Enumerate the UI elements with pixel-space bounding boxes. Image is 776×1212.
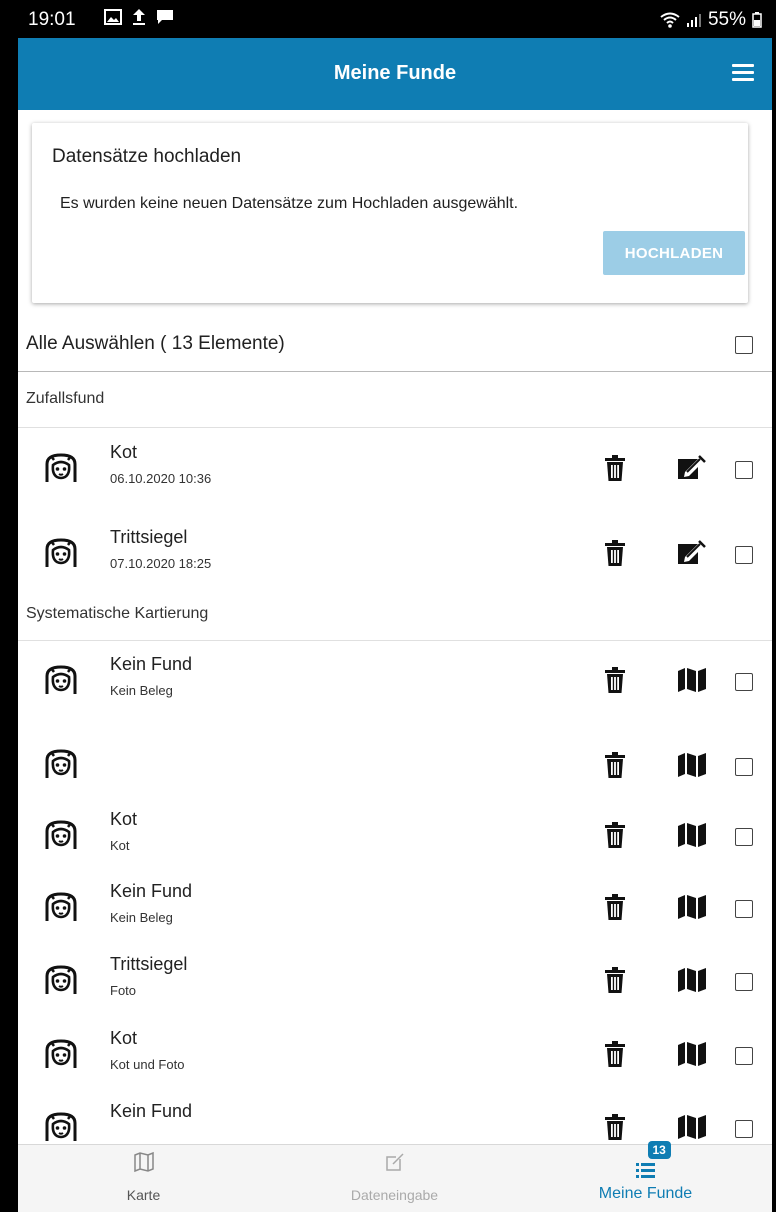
item-subtitle: Kot — [110, 838, 130, 853]
delete-icon[interactable] — [605, 1114, 625, 1140]
list-item[interactable]: Kein Fund Kein Beleg — [18, 872, 772, 944]
item-subtitle: 07.10.2020 18:25 — [110, 556, 212, 571]
count-badge: 13 — [647, 1141, 671, 1159]
map-outline-icon — [133, 1151, 154, 1173]
list-item[interactable]: Kot 06.10.2020 10:36 — [18, 433, 772, 505]
gallery-icon — [104, 9, 122, 25]
item-checkbox[interactable] — [735, 828, 753, 846]
list-item[interactable]: Trittsiegel 07.10.2020 18:25 — [18, 518, 772, 590]
item-checkbox[interactable] — [735, 1120, 753, 1138]
edit-icon[interactable] — [677, 455, 707, 481]
item-subtitle: 06.10.2020 10:36 — [110, 471, 212, 486]
status-time: 19:01 — [28, 9, 76, 30]
map-icon[interactable] — [677, 1041, 707, 1067]
item-title: Kot — [110, 442, 138, 462]
upload-icon — [133, 9, 145, 25]
list-item[interactable]: Trittsiegel Foto — [18, 945, 772, 1017]
item-checkbox[interactable] — [735, 973, 753, 991]
animal-icon — [43, 452, 79, 484]
item-checkbox[interactable] — [735, 900, 753, 918]
item-subtitle: Foto — [110, 983, 137, 998]
item-checkbox[interactable] — [735, 673, 753, 691]
map-icon[interactable] — [677, 1114, 707, 1140]
list-icon — [635, 1163, 655, 1178]
status-bar: 19:01 55% — [18, 0, 772, 38]
delete-icon[interactable] — [605, 540, 625, 566]
item-subtitle: Kein Beleg — [110, 683, 173, 698]
select-all-row[interactable]: Alle Auswählen ( 13 Elemente) — [18, 318, 772, 372]
edit-outline-icon — [385, 1153, 404, 1171]
divider — [18, 427, 772, 428]
nav-dateneingabe[interactable]: Dateneingabe — [269, 1145, 520, 1212]
app-bar: Meine Funde — [18, 38, 772, 110]
item-title: Kot — [110, 1028, 138, 1048]
map-icon[interactable] — [677, 894, 707, 920]
item-title: Trittsiegel — [110, 527, 188, 547]
upload-card-message: Es wurden keine neuen Datensätze zum Hoc… — [60, 195, 519, 212]
delete-icon[interactable] — [605, 894, 625, 920]
bottom-navigation: Karte Dateneingabe 13 Meine Funde — [18, 1141, 772, 1212]
item-subtitle: Kein Beleg — [110, 910, 173, 925]
select-all-label: Alle Auswählen ( 13 Elemente) — [26, 333, 285, 354]
list-item[interactable] — [18, 730, 772, 802]
edit-icon[interactable] — [677, 540, 707, 566]
wifi-icon — [660, 12, 680, 28]
section-title: Zufallsfund — [26, 390, 105, 407]
delete-icon[interactable] — [605, 1041, 625, 1067]
nav-karte[interactable]: Karte — [18, 1145, 269, 1212]
signal-icon — [686, 14, 701, 27]
item-title: Trittsiegel — [110, 954, 188, 974]
nav-label: Meine Funde — [598, 1185, 693, 1202]
animal-icon — [43, 1038, 79, 1070]
item-checkbox[interactable] — [735, 461, 753, 479]
delete-icon[interactable] — [605, 455, 625, 481]
app-screen: 19:01 55% Meine Funde Datensätze hochlad… — [18, 0, 772, 1212]
animal-icon — [43, 748, 79, 780]
section-header-zufallsfund: Zufallsfund — [18, 390, 772, 426]
map-icon[interactable] — [677, 822, 707, 848]
item-title: Kein Fund — [110, 881, 193, 901]
nav-label: Karte — [126, 1187, 161, 1203]
item-subtitle: Kot und Foto — [110, 1057, 185, 1072]
delete-icon[interactable] — [605, 667, 625, 693]
nav-meine-funde[interactable]: 13 Meine Funde — [520, 1141, 771, 1212]
select-all-checkbox[interactable] — [735, 336, 753, 354]
item-title: Kein Fund — [110, 654, 193, 674]
section-header-systematische-kartierung: Systematische Kartierung — [18, 605, 772, 641]
upload-button[interactable]: HOCHLADEN — [603, 231, 745, 275]
animal-icon — [43, 1111, 79, 1143]
item-checkbox[interactable] — [735, 1047, 753, 1065]
animal-icon — [43, 819, 79, 851]
battery-icon — [752, 12, 762, 28]
list-item[interactable]: Kot Kot und Foto — [18, 1019, 772, 1091]
delete-icon[interactable] — [605, 967, 625, 993]
map-icon[interactable] — [677, 967, 707, 993]
list-item[interactable]: Kot Kot — [18, 800, 772, 872]
item-title: Kein Fund — [110, 1101, 193, 1121]
item-checkbox[interactable] — [735, 758, 753, 776]
map-icon[interactable] — [677, 667, 707, 693]
item-title: Kot — [110, 809, 138, 829]
map-icon[interactable] — [677, 752, 707, 778]
animal-icon — [43, 537, 79, 569]
upload-card-title: Datensätze hochladen — [52, 146, 242, 167]
delete-icon[interactable] — [605, 752, 625, 778]
nav-label: Dateneingabe — [350, 1187, 439, 1203]
upload-card: Datensätze hochladen Es wurden keine neu… — [32, 123, 748, 303]
page-title: Meine Funde — [333, 62, 457, 84]
animal-icon — [43, 964, 79, 996]
list-item[interactable]: Kein Fund Kein Beleg — [18, 645, 772, 717]
message-icon — [157, 10, 173, 24]
delete-icon[interactable] — [605, 822, 625, 848]
battery-percent: 55% — [707, 9, 746, 30]
animal-icon — [43, 664, 79, 696]
item-checkbox[interactable] — [735, 546, 753, 564]
animal-icon — [43, 891, 79, 923]
section-title: Systematische Kartierung — [26, 605, 209, 622]
menu-icon[interactable] — [732, 64, 754, 82]
divider — [18, 640, 772, 641]
